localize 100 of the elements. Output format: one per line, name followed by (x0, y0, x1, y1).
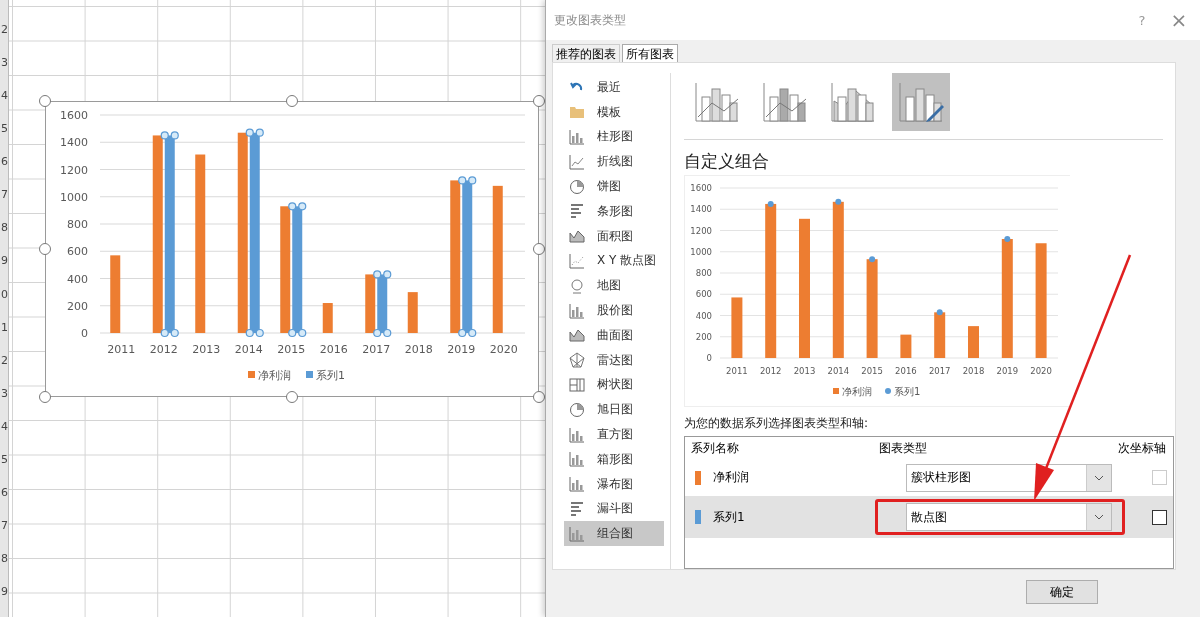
chart-type-item[interactable]: 柱形图 (564, 124, 664, 150)
row-number: 6 (0, 484, 8, 501)
axis-label: 1400 (60, 136, 88, 150)
resize-handle[interactable] (39, 243, 51, 255)
row-number: 4 (0, 88, 8, 105)
chart-type-item[interactable]: 面积图 (564, 223, 664, 249)
column-header: 图表类型 (878, 439, 928, 457)
resize-handle[interactable] (39, 391, 51, 403)
pie-chart-icon (569, 178, 585, 195)
row-number: 2 (0, 22, 8, 38)
chart-type-item[interactable]: 树状图 (564, 372, 664, 398)
axis-label: 1000 (690, 246, 712, 257)
bar-chart-icon (569, 203, 585, 220)
row-number: 1 (0, 319, 8, 336)
column-header: 次坐标轴 (1117, 439, 1167, 457)
resize-handle[interactable] (533, 95, 545, 107)
axis-label: 800 (67, 218, 88, 231)
axis-label: 800 (695, 268, 712, 278)
chart-bar (731, 297, 743, 358)
column-line-chart-icon (762, 81, 808, 123)
chart-type-item[interactable]: 曲面图 (564, 322, 664, 348)
chart-type-item[interactable]: 漏斗图 (564, 496, 664, 522)
axis-label: 1200 (690, 225, 712, 236)
scatter-point (835, 198, 842, 205)
chart-type-item[interactable]: 组合图 (564, 521, 664, 547)
chart-type-item[interactable]: 直方图 (564, 422, 664, 447)
resize-handle[interactable] (39, 95, 51, 107)
chart-type-item[interactable]: 箱形图 (564, 446, 664, 472)
axis-label: 2018 (404, 343, 433, 356)
chart-type-item[interactable]: 股价图 (564, 298, 664, 323)
axis-label: 200 (67, 299, 88, 313)
ok-button[interactable]: 确定 (1026, 580, 1098, 604)
axis-label: 1600 (690, 183, 712, 193)
scatter-point (936, 309, 943, 316)
chart-type-item[interactable]: 饼图 (564, 174, 664, 199)
column-pencil-icon (898, 81, 944, 123)
chart-type-item[interactable]: 雷达图 (564, 347, 664, 373)
axis-label: 200 (695, 331, 712, 342)
scatter-point (767, 200, 774, 207)
axis-label: 2011 (726, 366, 748, 376)
row-number: 9 (0, 584, 8, 601)
axis-label: 1600 (60, 109, 88, 122)
chart-type-dropdown[interactable]: 散点图 (906, 503, 1112, 531)
axis-label: 2011 (107, 343, 136, 356)
scatter-point (1004, 236, 1011, 242)
axis-label: 2017 (928, 366, 951, 376)
resize-handle[interactable] (533, 391, 545, 403)
axis-label: 2014 (234, 343, 263, 356)
axis-label: 2016 (319, 343, 348, 356)
axis-label: 2019 (447, 343, 476, 356)
axis-label: 400 (67, 272, 88, 286)
chart-type-item[interactable]: 模板 (564, 99, 664, 125)
chart-type-item[interactable]: 折线图 (564, 149, 664, 175)
axis-label: 400 (695, 310, 712, 321)
row-number: 7 (0, 517, 8, 534)
radar-chart-icon (569, 352, 585, 369)
column-chart-icon (569, 129, 585, 145)
legend-swatch (885, 388, 891, 394)
axis-label: 600 (695, 289, 712, 300)
series-row[interactable]: 系列1 散点图 (685, 496, 1173, 538)
chart-type-item[interactable]: X Y 散点图 (564, 248, 664, 274)
axis-label: 2020 (489, 343, 518, 356)
row-number: 9 (0, 253, 8, 270)
close-button[interactable]: × (1157, 8, 1200, 32)
instruction-text: 为您的数据系列选择图表类型和轴: (684, 415, 870, 432)
legend-swatch (248, 371, 255, 378)
legend-swatch (306, 371, 313, 378)
axis-label: 600 (67, 245, 88, 259)
row-number: 7 (0, 187, 8, 204)
column-header: 系列名称 (690, 439, 740, 457)
chart-type-item[interactable]: 地图 (564, 273, 664, 299)
chart-type-item[interactable]: 条形图 (564, 199, 664, 224)
axis-label: 2018 (962, 366, 985, 376)
axis-label: 0 (706, 353, 712, 363)
row-number: 8 (0, 551, 8, 567)
axis-label: 2015 (861, 366, 883, 376)
secondary-axis-checkbox[interactable] (1152, 509, 1167, 525)
series-name: 系列1 (713, 508, 746, 526)
chart-bar (968, 326, 979, 358)
chart-bar (407, 292, 418, 333)
scatter-chart-icon (569, 252, 585, 269)
axis-label: 2013 (192, 343, 221, 356)
chart-type-item[interactable]: 最近 (564, 75, 664, 100)
section-heading: 自定义组合 (684, 149, 770, 173)
legend-label: 净利润 (258, 369, 291, 382)
tab[interactable]: 所有图表 (622, 44, 678, 62)
chart-bar (322, 303, 333, 333)
scatter-point (869, 256, 876, 263)
legend-label: 系列1 (316, 369, 345, 382)
axis-label: 1000 (60, 190, 88, 204)
resize-handle[interactable] (286, 95, 298, 107)
tab[interactable]: 推荐的图表 (552, 44, 620, 62)
chart-subtype-button[interactable] (892, 73, 950, 131)
chart-type-item[interactable]: 旭日图 (564, 397, 664, 423)
axis-label: 2015 (277, 343, 306, 356)
chart-type-item[interactable]: 瀑布图 (564, 471, 664, 497)
folder-icon (569, 104, 585, 121)
area-column-chart-icon (830, 81, 876, 123)
row-number: 5 (0, 451, 8, 468)
chart-frame[interactable]: 0 200 400 600 800 1000 1200 1400 1600 2011 2012 2013 2014 2015 2016 2017 2018 2019 2020 净利润 系列1 (45, 101, 539, 397)
